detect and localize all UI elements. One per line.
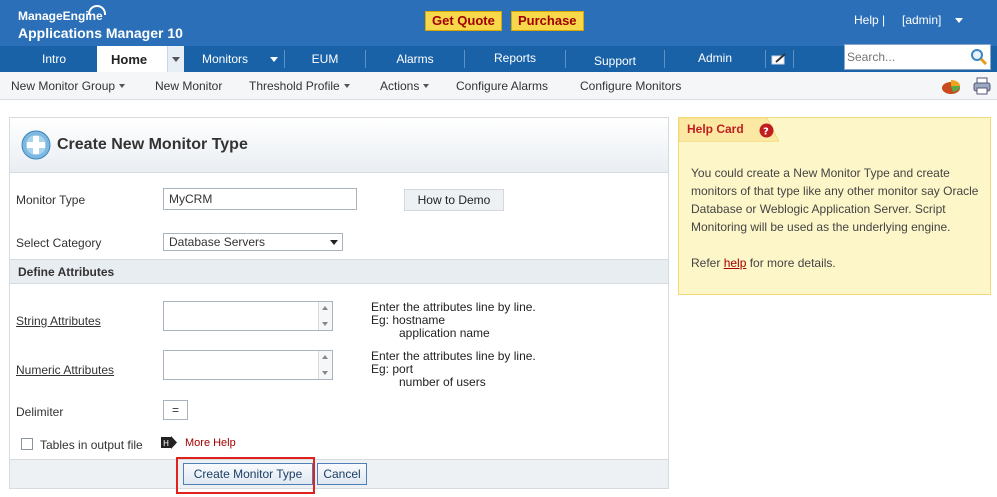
- delimiter-label: Delimiter: [16, 405, 64, 419]
- more-help-icon[interactable]: H: [161, 436, 177, 449]
- top-header: ManageEngine Applications Manager 10 Get…: [0, 0, 997, 46]
- actions-label: Actions: [380, 79, 420, 93]
- scroll-down-icon[interactable]: [322, 371, 328, 375]
- chevron-down-icon: [119, 84, 126, 88]
- numeric-attributes-hint-line3: number of users: [399, 375, 486, 389]
- select-category-label: Select Category: [16, 236, 102, 250]
- help-card-body: You could create a New Monitor Type and …: [691, 164, 985, 272]
- sub-nav: New Monitor Group New Monitor Threshold …: [0, 72, 997, 100]
- home-menu-chevron[interactable]: [167, 46, 184, 72]
- threshold-profile-menu[interactable]: Threshold Profile: [249, 79, 350, 93]
- product-name: Applications Manager 10: [18, 25, 183, 41]
- tab-reports[interactable]: Reports: [465, 46, 565, 72]
- search-icon[interactable]: [970, 48, 988, 66]
- tables-in-output-label: Tables in output file: [40, 438, 143, 452]
- monitors-chevron-down-icon[interactable]: [270, 57, 278, 62]
- tab-eum[interactable]: EUM: [285, 46, 365, 72]
- scroll-up-icon[interactable]: [322, 306, 328, 310]
- add-plus-icon: [21, 130, 51, 160]
- form-actions-bar: Create Monitor Type Cancel: [10, 459, 668, 488]
- new-monitor-group-menu[interactable]: New Monitor Group: [11, 79, 126, 93]
- get-quote-button[interactable]: Get Quote: [425, 11, 502, 31]
- tab-admin[interactable]: Admin: [665, 46, 765, 72]
- numeric-attributes-label[interactable]: Numeric Attributes: [16, 363, 114, 377]
- search-box: [844, 44, 991, 70]
- new-monitor-link[interactable]: New Monitor: [155, 79, 222, 93]
- tab-alarms[interactable]: Alarms: [366, 46, 464, 72]
- help-card: Help Card ? You could create a New Monit…: [678, 117, 991, 295]
- textarea-scrollbar[interactable]: [318, 302, 332, 330]
- scroll-down-icon[interactable]: [322, 322, 328, 326]
- how-to-demo-button[interactable]: How to Demo: [404, 189, 504, 211]
- refer-suffix: for more details.: [749, 256, 836, 270]
- help-link[interactable]: Help |: [854, 13, 885, 27]
- brand-name: ManageEngine: [18, 9, 103, 23]
- string-attributes-textarea[interactable]: [163, 301, 333, 331]
- create-monitor-type-panel: Create New Monitor Type Monitor Type MyC…: [9, 117, 669, 489]
- chevron-down-icon: [330, 240, 338, 245]
- chevron-down-icon: [343, 84, 350, 88]
- chevron-down-icon: [423, 84, 430, 88]
- string-attributes-label[interactable]: String Attributes: [16, 314, 101, 328]
- refer-prefix: Refer: [691, 256, 721, 270]
- more-help-link[interactable]: More Help: [185, 437, 236, 449]
- admin-menu[interactable]: [admin]: [902, 13, 941, 27]
- tab-monitors[interactable]: Monitors: [187, 46, 263, 72]
- configure-monitors-link[interactable]: Configure Monitors: [580, 79, 681, 93]
- tab-support[interactable]: Support: [566, 46, 664, 72]
- highlight-box: [176, 457, 315, 494]
- help-card-text: You could create a New Monitor Type and …: [691, 166, 979, 234]
- edit-tabs-icon[interactable]: [771, 53, 787, 66]
- tab-divider: [793, 50, 794, 68]
- section-title: Define Attributes: [18, 265, 115, 279]
- search-input[interactable]: [847, 48, 965, 66]
- scroll-up-icon[interactable]: [322, 355, 328, 359]
- help-link-inline[interactable]: help: [724, 256, 747, 270]
- question-icon[interactable]: ?: [759, 123, 774, 138]
- help-card-refer: Refer help for more details.: [691, 254, 985, 272]
- monitor-type-input[interactable]: MyCRM: [163, 188, 357, 210]
- string-attributes-hint-line3: application name: [399, 326, 490, 340]
- new-monitor-group-label: New Monitor Group: [11, 79, 116, 93]
- numeric-attributes-textarea[interactable]: [163, 350, 333, 380]
- monitor-type-label: Monitor Type: [16, 193, 86, 207]
- chevron-down-icon: [172, 57, 180, 62]
- delimiter-input[interactable]: =: [163, 400, 188, 420]
- printer-icon[interactable]: [972, 76, 992, 96]
- svg-text:H: H: [163, 439, 169, 448]
- cancel-button[interactable]: Cancel: [317, 463, 367, 485]
- panel-header: Create New Monitor Type: [10, 118, 668, 173]
- threshold-profile-label: Threshold Profile: [249, 79, 340, 93]
- textarea-scrollbar[interactable]: [318, 351, 332, 379]
- tab-divider: [765, 50, 766, 68]
- page-title: Create New Monitor Type: [57, 136, 248, 153]
- svg-text:?: ?: [763, 127, 769, 138]
- configure-alarms-link[interactable]: Configure Alarms: [456, 79, 548, 93]
- purchase-button[interactable]: Purchase: [511, 11, 584, 31]
- define-attributes-section: Define Attributes: [10, 259, 668, 284]
- help-card-title: Help Card: [687, 122, 744, 136]
- category-selected-value: Database Servers: [169, 235, 266, 249]
- tables-in-output-checkbox[interactable]: [21, 438, 33, 450]
- pie-chart-icon[interactable]: [941, 77, 961, 95]
- admin-chevron-down-icon[interactable]: [955, 18, 963, 23]
- category-select[interactable]: Database Servers: [163, 233, 343, 251]
- tab-intro[interactable]: Intro: [14, 46, 94, 72]
- actions-menu[interactable]: Actions: [380, 79, 430, 93]
